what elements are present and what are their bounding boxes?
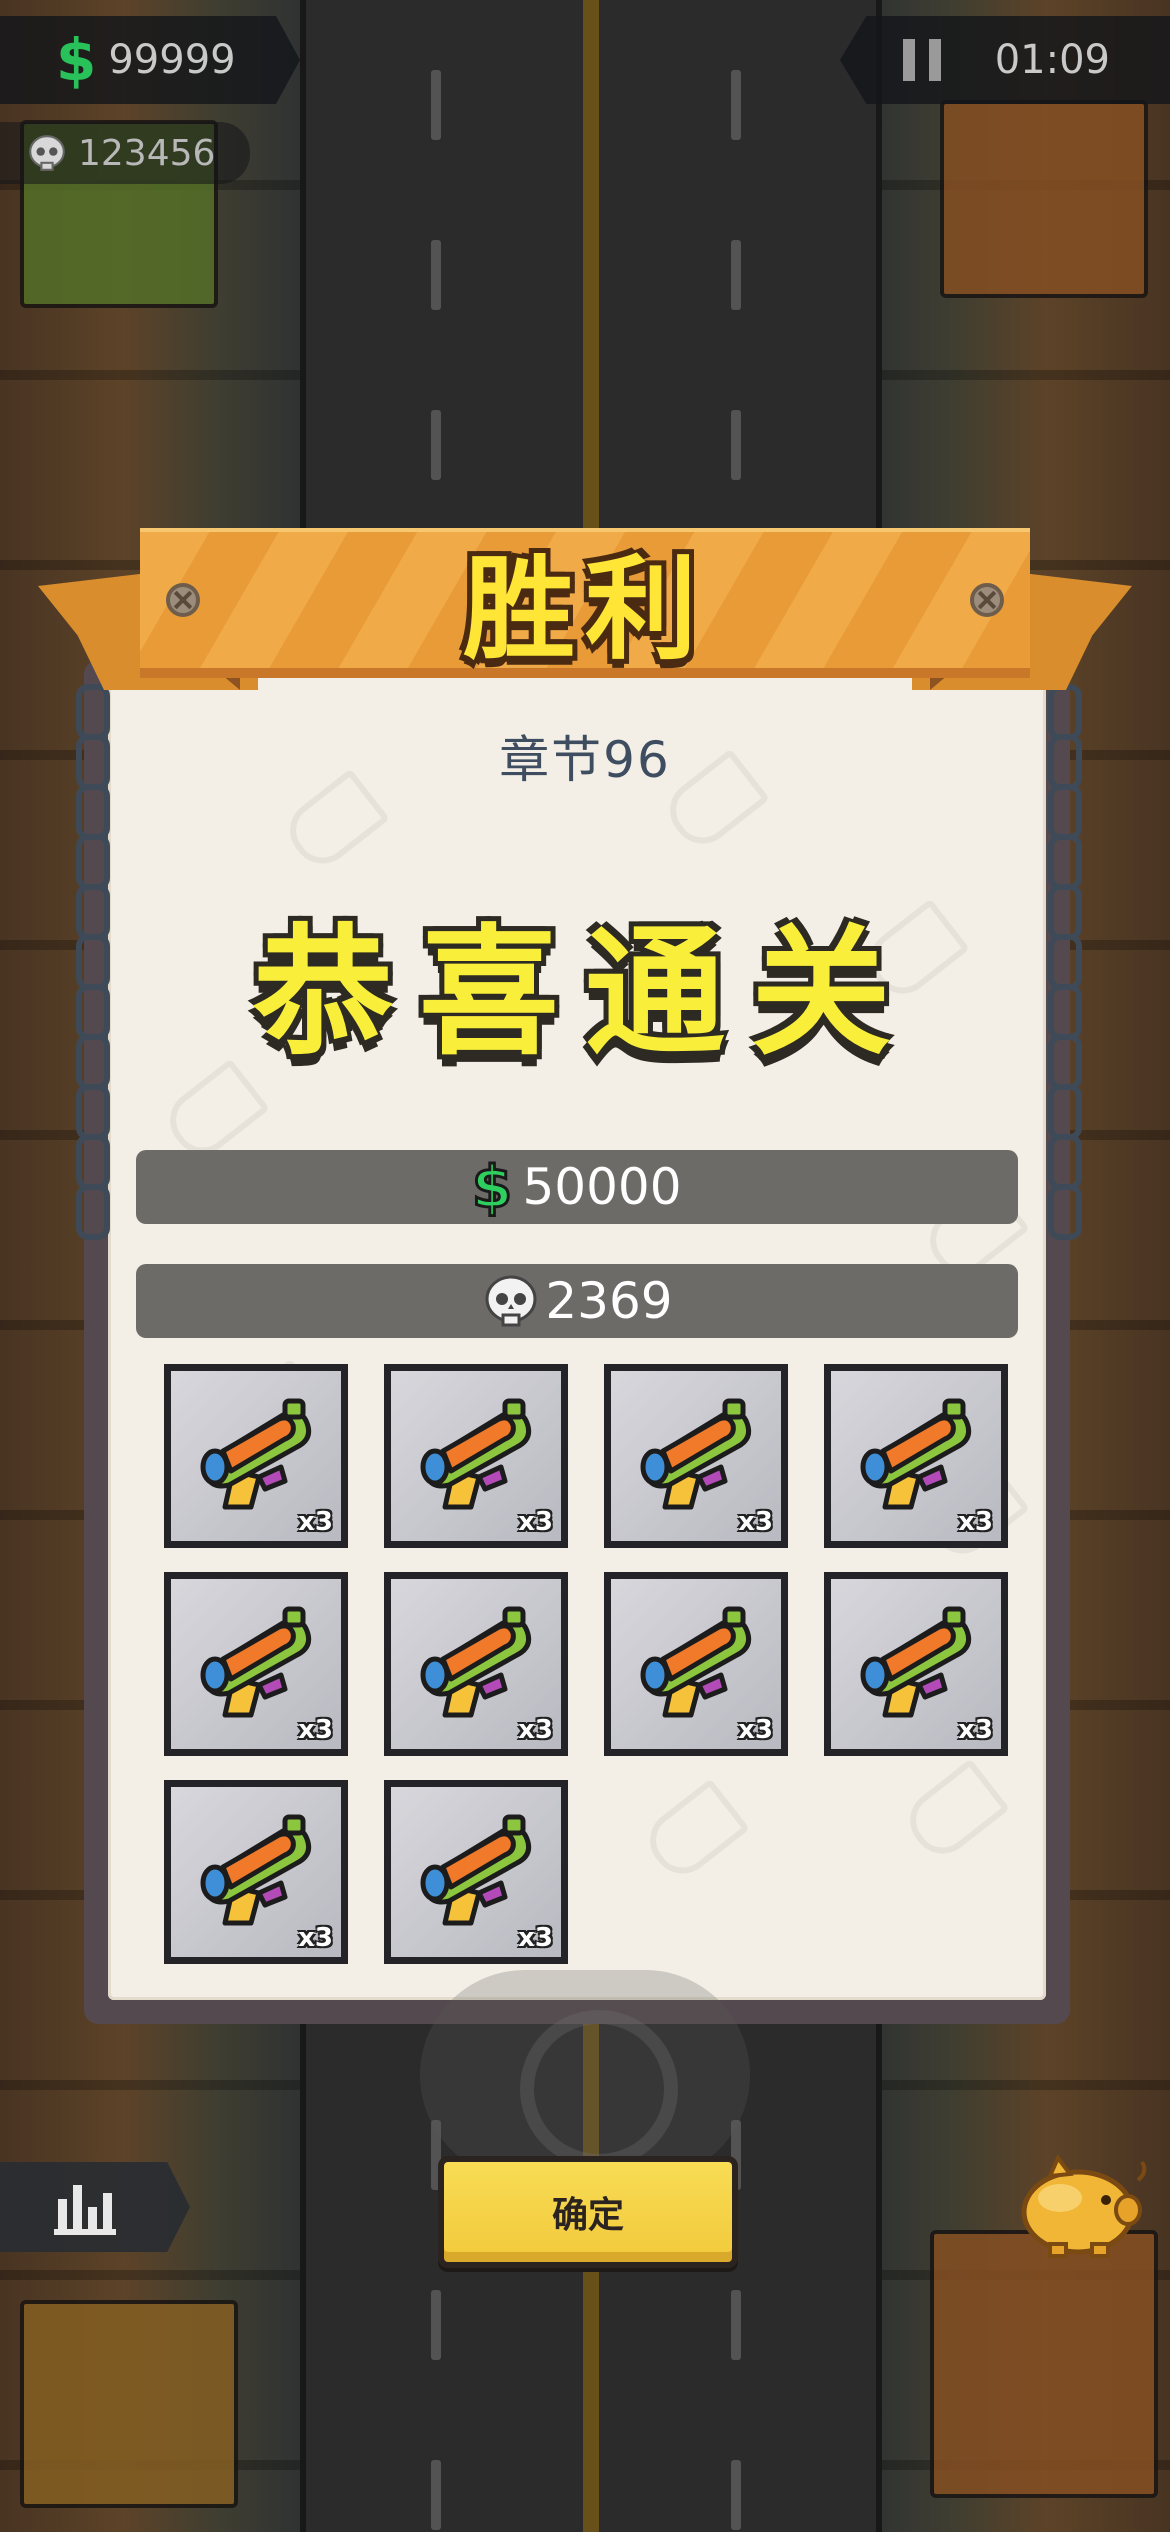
dialog-title: 胜利 — [463, 545, 707, 675]
kill-reward-value: 2369 — [545, 1272, 673, 1330]
reward-item-background: x3 — [171, 1787, 341, 1957]
water-gun-icon — [420, 1814, 532, 1926]
reward-item-slot[interactable]: x3 — [384, 1780, 568, 1964]
water-gun-icon — [860, 1606, 972, 1718]
reward-item-slot[interactable]: x3 — [604, 1572, 788, 1756]
reward-item-background: x3 — [391, 1371, 561, 1541]
cash-reward-value: 50000 — [522, 1158, 682, 1216]
reward-item-background: x3 — [171, 1371, 341, 1541]
skull-icon — [485, 1275, 537, 1327]
reward-item-slot[interactable]: x3 — [164, 1572, 348, 1756]
water-gun-icon — [200, 1398, 312, 1510]
item-quantity: x3 — [518, 1507, 553, 1537]
skull-icon — [29, 135, 65, 171]
water-gun-icon — [640, 1398, 752, 1510]
item-quantity: x3 — [298, 1923, 333, 1953]
chapter-label: 章节96 — [499, 731, 671, 789]
reward-item-background: x3 — [391, 1787, 561, 1957]
item-quantity: x3 — [518, 1923, 553, 1953]
reward-item-slot[interactable]: x3 — [824, 1364, 1008, 1548]
timer: 01:09 — [994, 37, 1110, 83]
reward-item-background: x3 — [171, 1579, 341, 1749]
reward-item-slot[interactable]: x3 — [604, 1364, 788, 1548]
rivet-icon — [970, 583, 1004, 617]
kill-counter: 123456 — [0, 122, 250, 184]
piggy-bank-icon[interactable] — [1010, 2150, 1150, 2260]
reward-item-background: x3 — [391, 1579, 561, 1749]
water-gun-icon — [860, 1398, 972, 1510]
reward-item-grid: x3 x3 x3 x3 x3 x3 x3 x3 x3 x3 — [164, 1364, 1008, 1964]
water-gun-icon — [640, 1606, 752, 1718]
pause-icon[interactable] — [902, 39, 941, 81]
svg-text:$: $ — [472, 1157, 512, 1217]
kill-reward-bar: 2369 — [136, 1264, 1018, 1338]
dollar-icon: $ — [472, 1157, 512, 1217]
stats-button[interactable] — [0, 2162, 190, 2252]
item-quantity: x3 — [738, 1507, 773, 1537]
reward-item-background: x3 — [611, 1579, 781, 1749]
item-quantity: x3 — [958, 1507, 993, 1537]
confirm-button[interactable]: 确定 — [438, 2156, 738, 2268]
title-ribbon: 胜利 — [140, 528, 1030, 678]
reward-item-slot[interactable]: x3 — [384, 1364, 568, 1548]
item-quantity: x3 — [958, 1715, 993, 1745]
reward-item-background: x3 — [831, 1371, 1001, 1541]
item-quantity: x3 — [298, 1715, 333, 1745]
water-gun-icon — [200, 1814, 312, 1926]
reward-item-slot[interactable]: x3 — [824, 1572, 1008, 1756]
water-gun-icon — [420, 1398, 532, 1510]
reward-item-slot[interactable]: x3 — [164, 1364, 348, 1548]
money-value: 99999 — [108, 37, 236, 83]
water-gun-icon — [420, 1606, 532, 1718]
item-quantity: x3 — [298, 1507, 333, 1537]
rivet-icon — [166, 583, 200, 617]
stage-clear-headline: 恭喜通关 — [252, 912, 917, 1075]
kill-value: 123456 — [78, 132, 216, 174]
item-quantity: x3 — [738, 1715, 773, 1745]
dollar-icon: $ — [56, 26, 97, 94]
money-counter: $ 99999 — [0, 16, 300, 104]
reward-item-background: x3 — [831, 1579, 1001, 1749]
top-right-hud: 01:09 — [840, 16, 1170, 104]
reward-item-slot[interactable]: x3 — [164, 1780, 348, 1964]
item-quantity: x3 — [518, 1715, 553, 1745]
joystick-knob — [520, 2010, 678, 2168]
cash-reward-bar: $ 50000 — [136, 1150, 1018, 1224]
bar-chart-icon — [54, 2179, 116, 2235]
reward-item-background: x3 — [611, 1371, 781, 1541]
reward-item-slot[interactable]: x3 — [384, 1572, 568, 1756]
water-gun-icon — [200, 1606, 312, 1718]
